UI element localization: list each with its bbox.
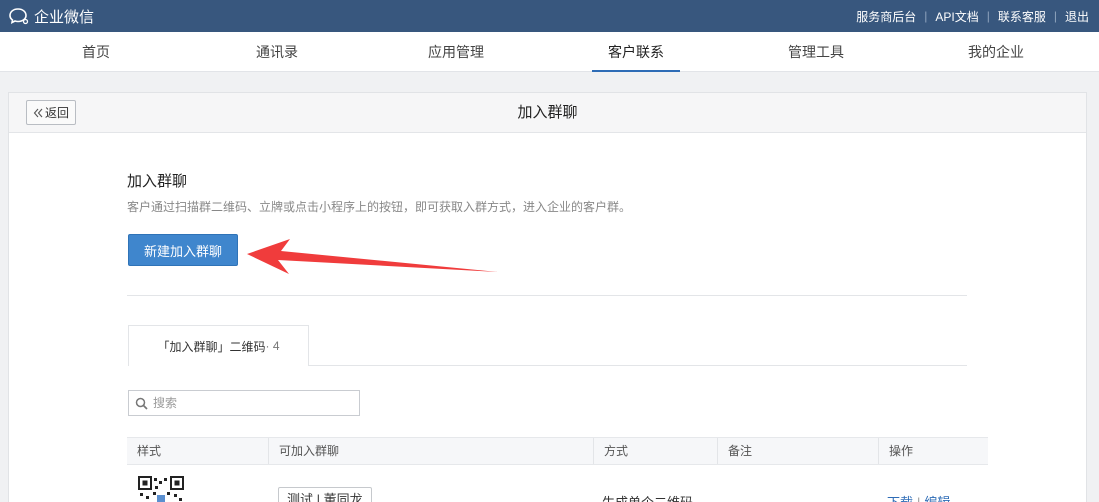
annotation-arrow-icon bbox=[247, 239, 498, 274]
